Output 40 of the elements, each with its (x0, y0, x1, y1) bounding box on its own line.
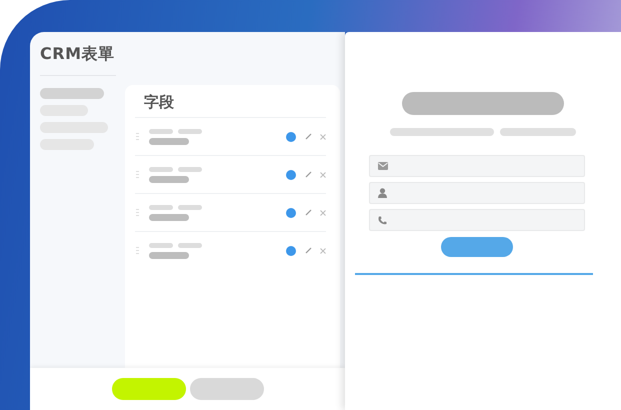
pencil-icon[interactable] (305, 209, 312, 216)
cancel-button[interactable] (190, 378, 264, 400)
close-icon[interactable] (320, 248, 326, 254)
drag-handle-icon[interactable] (136, 170, 139, 178)
save-button[interactable] (112, 378, 186, 400)
envelope-icon (378, 162, 388, 170)
drag-handle-icon[interactable] (136, 208, 139, 216)
placeholder-bar (149, 138, 189, 144)
close-icon[interactable] (320, 134, 326, 140)
toggle-dot[interactable] (286, 208, 296, 218)
placeholder-bar (149, 166, 173, 172)
app-title: CRM表單 (40, 44, 116, 65)
toggle-dot[interactable] (286, 132, 296, 142)
placeholder-bar (149, 176, 189, 182)
placeholder-bar (149, 128, 173, 134)
placeholder-bar (178, 204, 202, 210)
placeholder-bar (178, 242, 202, 248)
pencil-icon[interactable] (305, 171, 312, 178)
toggle-dot[interactable] (286, 170, 296, 180)
placeholder-bar (178, 166, 202, 172)
placeholder-bar (178, 128, 202, 134)
placeholder-bar (149, 252, 189, 258)
sidebar-item[interactable] (40, 88, 104, 99)
close-icon[interactable] (320, 210, 326, 216)
submit-button[interactable] (441, 237, 513, 257)
person-icon (378, 188, 387, 198)
close-icon[interactable] (320, 172, 326, 178)
placeholder-bar (149, 242, 173, 248)
input-field[interactable] (369, 182, 585, 204)
drag-handle-icon[interactable] (136, 246, 139, 254)
phone-icon (378, 216, 387, 224)
pencil-icon[interactable] (305, 247, 312, 254)
drag-handle-icon[interactable] (136, 132, 139, 140)
pencil-icon[interactable] (305, 133, 312, 140)
input-field[interactable] (369, 155, 585, 177)
panel-title: 字段 (144, 93, 175, 112)
input-field[interactable] (369, 209, 585, 231)
placeholder-bar (149, 204, 173, 210)
placeholder-bar (149, 214, 189, 220)
toggle-dot[interactable] (286, 246, 296, 256)
